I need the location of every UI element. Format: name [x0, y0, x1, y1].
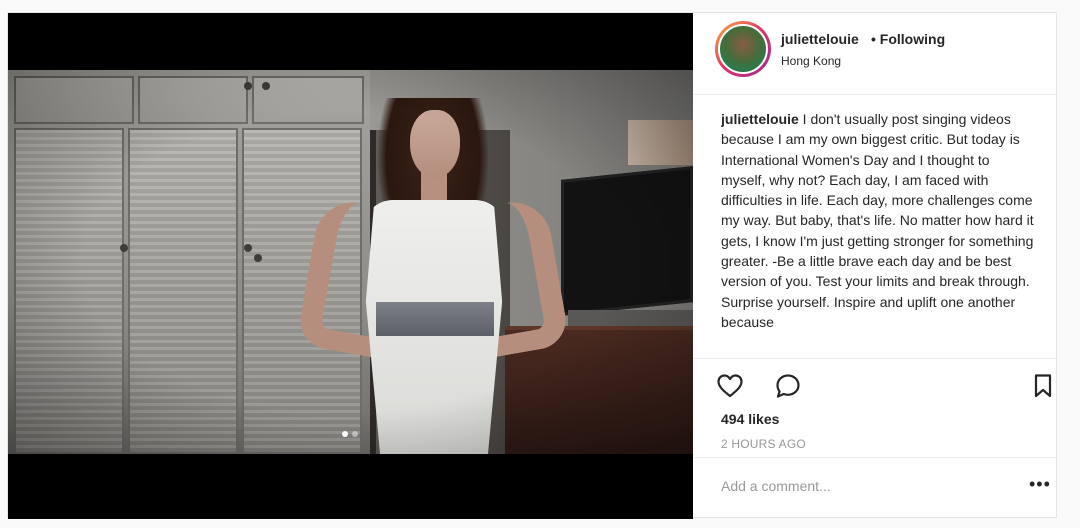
post-photo[interactable]	[8, 70, 693, 454]
caption-text: I don't usually post singing videos beca…	[721, 111, 1034, 330]
heart-icon	[717, 374, 743, 398]
comment-input[interactable]	[721, 476, 991, 496]
following-button[interactable]: Following	[880, 31, 945, 47]
carousel-dot	[352, 431, 358, 437]
save-button[interactable]	[1028, 371, 1058, 401]
carousel-indicator	[342, 431, 358, 437]
comment-bar: •••	[693, 457, 1056, 517]
post-media[interactable]	[8, 13, 693, 519]
avatar-story-ring[interactable]	[715, 21, 771, 77]
post-timestamp[interactable]: 2 HOURS AGO	[721, 437, 806, 451]
more-options-icon[interactable]: •••	[1029, 474, 1051, 495]
caption-username-link[interactable]: juliettelouie	[721, 111, 799, 127]
post-header: juliettelouie • Following Hong Kong	[693, 13, 1056, 95]
comment-bubble-icon	[776, 374, 800, 398]
post-caption: juliettelouie I don't usually post singi…	[721, 109, 1036, 357]
likes-count[interactable]: 494 likes	[721, 411, 779, 427]
follow-status: • Following	[871, 31, 945, 47]
like-button[interactable]	[715, 371, 745, 401]
location-link[interactable]: Hong Kong	[781, 54, 841, 68]
comment-button[interactable]	[773, 371, 803, 401]
separator-dot: •	[871, 31, 880, 47]
bookmark-icon	[1034, 374, 1052, 398]
carousel-dot	[342, 431, 348, 437]
avatar[interactable]	[718, 24, 768, 74]
username-link[interactable]: juliettelouie	[781, 31, 859, 47]
photo-vignette	[8, 70, 693, 454]
post-sidebar: juliettelouie • Following Hong Kong juli…	[693, 13, 1056, 517]
instagram-post: juliettelouie • Following Hong Kong juli…	[7, 12, 1057, 519]
